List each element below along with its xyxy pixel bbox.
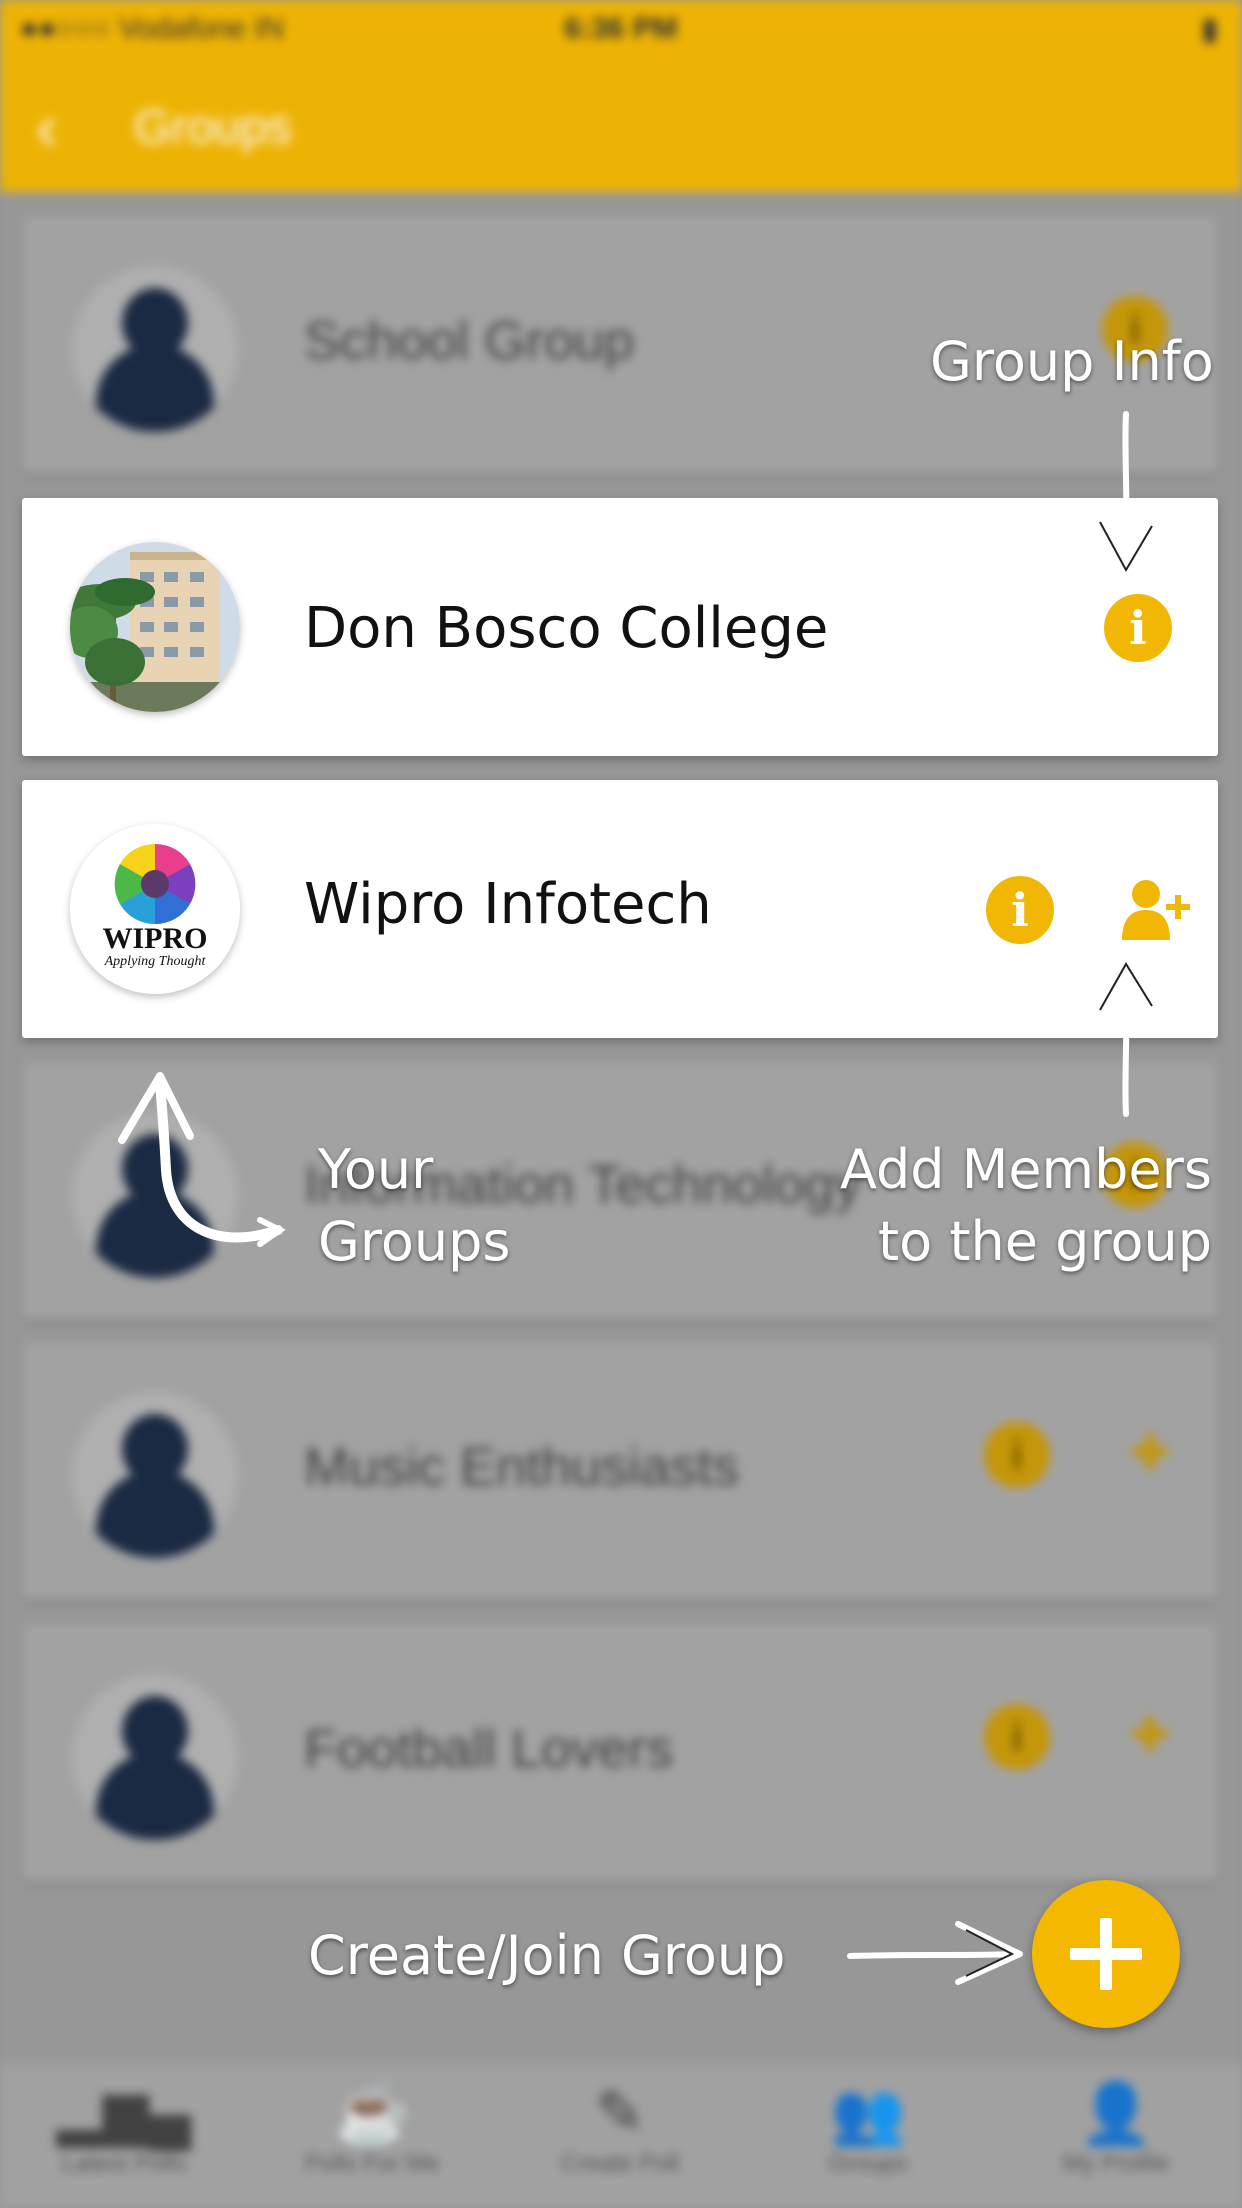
group-name: Wipro Infotech [304, 872, 712, 937]
group-info-callout: Group Info [930, 330, 1214, 393]
callout-line: to the group [878, 1210, 1212, 1273]
wipro-logo-text: WIPRO [102, 922, 208, 955]
callout-line: Add Members [840, 1138, 1212, 1201]
arrow-right-icon [847, 1921, 1023, 1985]
group-card-don-bosco[interactable]: Don Bosco College i [22, 498, 1218, 756]
group-card-wipro[interactable]: WIPRO Applying Thought Wipro Infotech i [22, 780, 1218, 1038]
group-logo: WIPRO Applying Thought [70, 824, 240, 994]
info-icon[interactable]: i [986, 876, 1054, 944]
group-photo [70, 542, 240, 712]
your-groups-callout: Your Groups [318, 1134, 511, 1278]
add-member-icon[interactable] [1118, 874, 1192, 948]
arrow-up-icon [1091, 953, 1161, 1117]
create-join-group-button[interactable] [1032, 1880, 1180, 2028]
callout-line: Your [318, 1138, 434, 1201]
curved-arrow-icon [118, 1072, 286, 1247]
add-members-callout: Add Members to the group [780, 1134, 1212, 1278]
arrow-down-icon [1091, 411, 1161, 581]
info-icon[interactable]: i [1104, 594, 1172, 662]
tutorial-overlay[interactable]: Don Bosco College i WIPRO Applying Thoug [0, 0, 1242, 2208]
group-name: Don Bosco College [304, 596, 829, 661]
wipro-tagline: Applying Thought [104, 954, 206, 969]
plus-icon [1070, 1918, 1142, 1990]
create-join-callout: Create/Join Group [308, 1924, 786, 1987]
callout-line: Groups [318, 1210, 511, 1273]
